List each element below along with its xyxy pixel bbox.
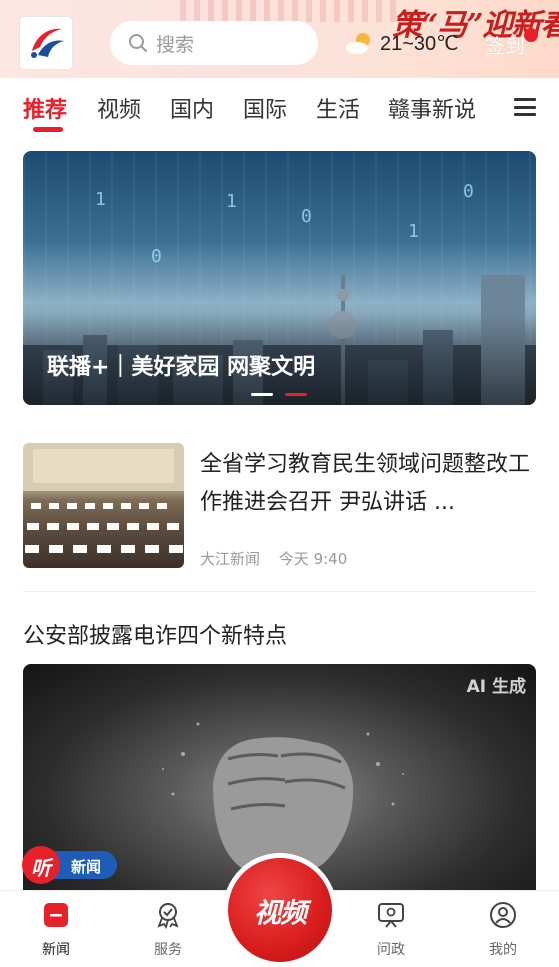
ai-generated-badge: AI 生成 [466,677,526,697]
nav-inquiry[interactable]: 问政 [361,901,421,959]
tab-domestic[interactable]: 国内 [170,92,214,124]
nav-news[interactable]: 新闻 [26,901,86,959]
listen-news-button[interactable]: 听 新闻 [19,845,119,885]
banner-digit: 0 [301,206,312,227]
banner-title: 联播+｜美好家园 网聚文明 [47,355,316,380]
search-icon [129,34,147,52]
header-decoration [180,0,400,22]
nav-service[interactable]: 服务 [138,901,198,959]
top-header: 策“马”迎新春 搜索 21~30℃ 签到 [0,0,559,78]
category-tabs: 推荐 视频 国内 国际 生活 赣事新说 [0,78,559,138]
news-thumbnail[interactable] [23,443,184,568]
banner-digit: 1 [226,191,237,212]
news-source: 大江新闻 [200,550,261,568]
notification-dot [524,28,538,42]
meeting-photo [23,443,184,553]
tab-gan-news[interactable]: 赣事新说 [388,92,476,124]
tab-life[interactable]: 生活 [316,92,360,124]
banner-digit: 0 [463,181,474,202]
nav-profile-label: 我的 [489,942,517,958]
article-headline[interactable]: 公安部披露电诈四个新特点 [23,618,287,650]
banner-digit: 0 [151,246,162,267]
weather-temperature: 21~30℃ [380,32,459,55]
news-icon [44,903,68,927]
nav-profile[interactable]: 我的 [473,901,533,959]
search-placeholder: 搜索 [156,33,195,56]
news-meta: 大江新闻 今天 9:40 [200,548,347,569]
inquiry-icon [378,903,404,928]
tab-recommend[interactable]: 推荐 [23,92,67,124]
search-bar[interactable]: 搜索 [110,21,318,65]
partly-cloudy-icon [346,33,370,54]
news-headline[interactable]: 全省学习教育民生领域问题整改工作推进会召开 尹弘讲话 ... [200,446,535,522]
carousel-dot[interactable] [251,393,273,396]
menu-icon[interactable] [514,98,536,116]
carousel-dot-active[interactable] [285,393,307,396]
logo-icon [31,28,64,58]
nav-inquiry-label: 问政 [377,942,405,958]
carousel-dots [251,393,319,396]
signin-button[interactable]: 签到 [485,30,525,59]
list-divider [23,591,536,592]
app-screen: 策“马”迎新春 搜索 21~30℃ 签到 推荐 视频 国内 国际 生活 赣事新说… [0,0,559,967]
active-tab-indicator [33,127,63,132]
banner-digit: 1 [408,221,419,242]
listen-char: 听 [31,856,51,880]
video-center-label: 视频 [254,897,307,929]
tab-international[interactable]: 国际 [243,92,287,124]
tab-video[interactable]: 视频 [97,92,141,124]
weather-widget[interactable]: 21~30℃ [344,30,459,56]
video-center-button[interactable]: 视频 [228,858,332,962]
nav-service-label: 服务 [154,942,182,958]
banner-carousel[interactable]: 1 0 1 0 1 0 联播+｜美好家园 网聚文明 [23,151,536,405]
listen-label: 新闻 [71,858,102,876]
nav-news-label: 新闻 [42,942,70,958]
service-icon [157,903,179,930]
banner-digit: 1 [95,189,106,210]
app-logo[interactable] [20,17,72,69]
news-time: 今天 9:40 [278,550,348,568]
profile-icon [490,902,516,928]
